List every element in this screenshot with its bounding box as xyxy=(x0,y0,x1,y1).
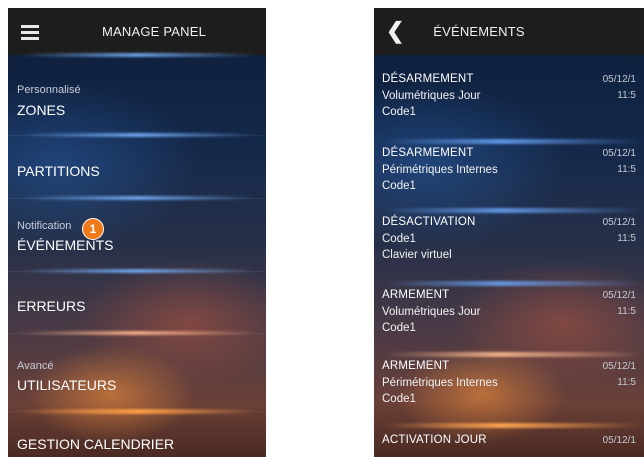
divider-glow xyxy=(384,139,644,144)
menu-item-label: GESTION CALENDRIER xyxy=(17,436,175,452)
event-row[interactable]: DÉSACTIVATION Code1 Clavier virtuel 05/1… xyxy=(374,208,644,271)
event-row[interactable]: ARMEMENT Volumétriques Jour Code1 05/12/… xyxy=(374,281,644,344)
event-type: DÉSARMEMENT xyxy=(382,147,474,159)
page-title: MANAGE PANEL xyxy=(101,24,207,39)
event-detail: Volumétriques Jour xyxy=(382,306,481,318)
event-date: 05/12/1 xyxy=(602,148,636,159)
event-date: 05/12/1 xyxy=(602,74,636,85)
event-type: ACTIVATION JOUR xyxy=(382,434,487,446)
event-time: 11:5 xyxy=(617,90,636,101)
event-type: ARMEMENT xyxy=(382,360,450,372)
event-date: 05/12/1 xyxy=(602,217,636,228)
menu-item-evenements[interactable]: Notification ÉVÉNEMENTS 1 xyxy=(8,196,266,272)
event-detail: Volumétriques Jour xyxy=(382,90,481,102)
event-row[interactable]: DÉSARMEMENT Volumétriques Jour Code1 05/… xyxy=(374,68,644,128)
event-detail: Code1 xyxy=(382,322,416,334)
event-date: 05/12/1 xyxy=(602,435,636,446)
menu-item-category: Personnalisé xyxy=(17,84,81,96)
event-time: 11:5 xyxy=(617,164,636,175)
page-title: ÉVÉNEMENTS xyxy=(433,24,525,39)
menu-item-gestion-calendrier[interactable]: GESTION CALENDRIER xyxy=(8,409,266,457)
divider-glow xyxy=(384,423,644,428)
event-type: DÉSARMEMENT xyxy=(382,73,474,85)
event-detail: Code1 xyxy=(382,233,416,245)
event-date: 05/12/1 xyxy=(602,361,636,372)
menu-item-label: ZONES xyxy=(17,102,66,118)
event-row[interactable]: ACTIVATION JOUR 05/12/1 xyxy=(374,423,644,457)
menu-item-label: ERREURS xyxy=(17,298,86,314)
divider-glow xyxy=(18,269,256,273)
menu-item-erreurs[interactable]: ERREURS xyxy=(8,269,266,334)
menu-item-utilisateurs[interactable]: Avancé UTILISATEURS xyxy=(8,331,266,412)
menu-item-label: UTILISATEURS xyxy=(17,377,117,393)
menu-item-zones[interactable]: Personnalisé ZONES xyxy=(8,53,266,136)
menu-item-label: PARTITIONS xyxy=(17,163,100,179)
event-detail: Périmétriques Internes xyxy=(382,164,498,176)
top-bar: ❮ ÉVÉNEMENTS xyxy=(374,8,644,55)
events-screen: ❮ ÉVÉNEMENTS DÉSARMEMENT Volumétriques J… xyxy=(374,8,644,457)
divider-glow xyxy=(18,331,256,335)
menu-item-category: Notification xyxy=(17,220,72,232)
menu-item-partitions[interactable]: PARTITIONS xyxy=(8,133,266,199)
event-detail: Code1 xyxy=(382,106,416,118)
menu-item-category: Avancé xyxy=(17,360,54,372)
divider-glow xyxy=(18,53,256,57)
divider-glow xyxy=(384,208,644,213)
divider-glow xyxy=(18,409,256,414)
event-time: 11:5 xyxy=(617,377,636,388)
event-time: 11:5 xyxy=(617,233,636,244)
event-detail: Code1 xyxy=(382,180,416,192)
event-date: 05/12/1 xyxy=(602,290,636,301)
callout-badge: 1 xyxy=(82,218,104,240)
divider-glow xyxy=(18,196,256,200)
event-type: ARMEMENT xyxy=(382,289,450,301)
event-row[interactable]: DÉSARMEMENT Périmétriques Internes Code1… xyxy=(374,139,644,202)
divider-glow xyxy=(384,281,644,286)
event-detail: Clavier virtuel xyxy=(382,249,452,261)
event-time: 11:5 xyxy=(617,306,636,317)
divider-glow xyxy=(18,133,256,137)
event-type: DÉSACTIVATION xyxy=(382,216,476,228)
divider-glow xyxy=(384,352,644,357)
event-detail: Code1 xyxy=(382,393,416,405)
menu-item-label: ÉVÉNEMENTS xyxy=(17,237,114,253)
top-bar: MANAGE PANEL xyxy=(8,8,266,55)
event-row[interactable]: ARMEMENT Périmétriques Internes Code1 05… xyxy=(374,352,644,415)
event-detail: Périmétriques Internes xyxy=(382,377,498,389)
manage-panel-screen: MANAGE PANEL Personnalisé ZONES PARTITIO… xyxy=(8,8,266,457)
hamburger-menu-icon[interactable] xyxy=(21,25,39,40)
